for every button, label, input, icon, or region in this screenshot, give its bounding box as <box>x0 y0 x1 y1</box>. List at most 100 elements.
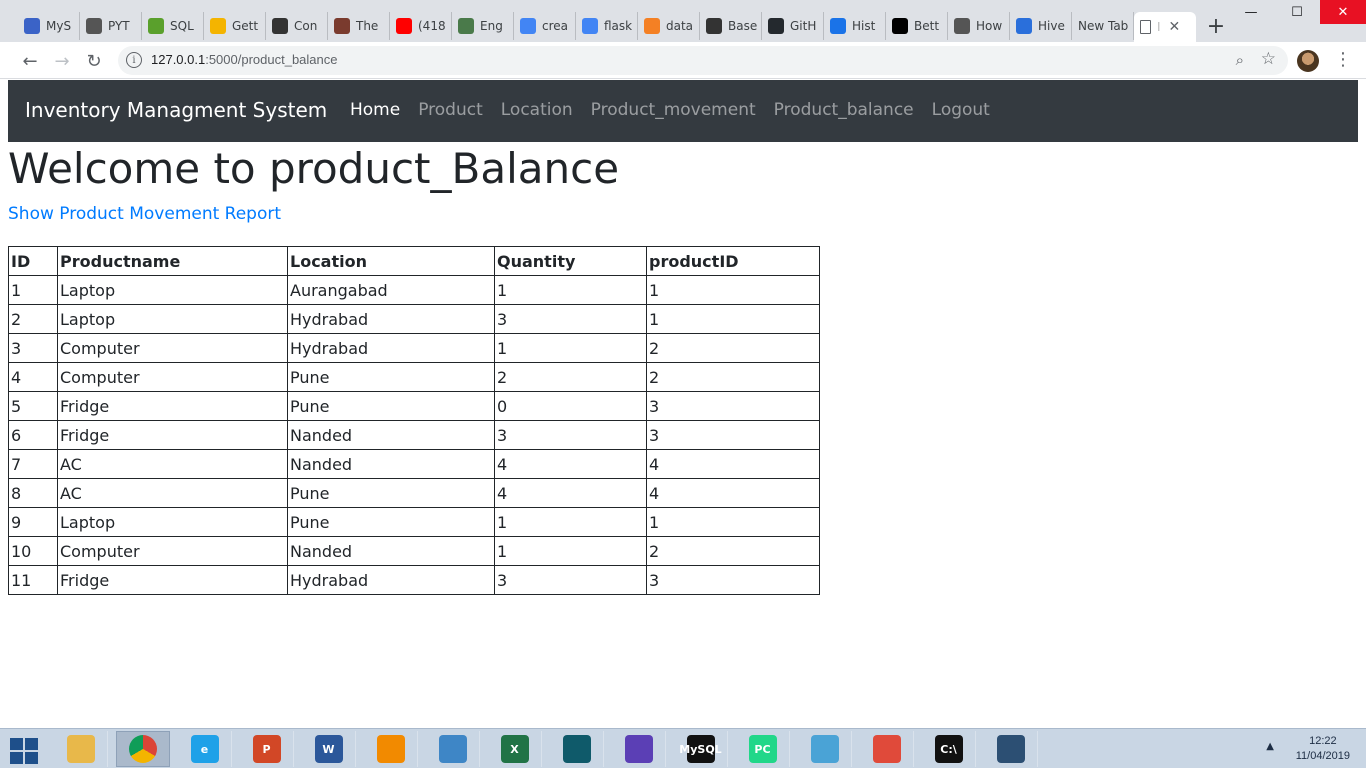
clock-time: 12:22 <box>1309 735 1337 747</box>
table-cell: Pune <box>287 391 495 421</box>
target-icon <box>458 18 474 34</box>
taskbar-app[interactable] <box>984 731 1038 767</box>
browser-tab[interactable]: Gett <box>204 12 266 40</box>
table-row: 10 Computer Nanded 1 2 <box>8 536 820 566</box>
tab-label: data <box>666 19 694 33</box>
browser-tab[interactable]: Bett <box>886 12 948 40</box>
system-clock[interactable]: 12:22 11/04/2019 <box>1296 734 1350 764</box>
table-cell: 2 <box>646 333 820 363</box>
table-cell: Computer <box>57 333 288 363</box>
close-window-button[interactable]: ✕ <box>1320 0 1366 24</box>
browser-tab[interactable]: crea <box>514 12 576 40</box>
user-icon <box>954 18 970 34</box>
start-button[interactable] <box>8 735 40 765</box>
table-row: 6 Fridge Nanded 3 3 <box>8 420 820 450</box>
word-icon: W <box>314 735 343 763</box>
table-row: 9 Laptop Pune 1 1 <box>8 507 820 537</box>
address-bar[interactable]: i 127.0.0.1:5000/product_balance ⌕ ☆ <box>118 46 1288 75</box>
back-button[interactable]: ← <box>18 49 42 73</box>
table-cell: Nanded <box>287 536 495 566</box>
forward-button[interactable]: → <box>50 49 74 73</box>
tray-expand-icon[interactable]: ▲ <box>1266 741 1274 752</box>
menu-kebab-icon[interactable]: ⋮ <box>1334 49 1352 70</box>
window-controls: — ☐ ✕ <box>1228 0 1366 24</box>
taskbar-app[interactable] <box>426 731 480 767</box>
browser-tab[interactable]: How <box>948 12 1010 40</box>
table-cell: 2 <box>494 362 647 392</box>
profile-avatar[interactable] <box>1297 50 1319 72</box>
product-balance-table: ID Productname Location Quantity productID 1… <box>8 246 820 595</box>
nav-link-product_movement[interactable]: Product_movement <box>591 100 756 120</box>
taskbar-app[interactable]: P <box>240 731 294 767</box>
tab-list: MyS PYT SQL Gett Con The (418 Eng crea flask data B… <box>18 12 1236 42</box>
table-cell: Hydrabad <box>287 304 495 334</box>
browser-tab[interactable]: MyS <box>18 12 80 40</box>
browser-tab[interactable]: Eng <box>452 12 514 40</box>
excel-icon: X <box>500 735 529 763</box>
minimize-button[interactable]: — <box>1228 0 1274 24</box>
table-row: 3 Computer Hydrabad 1 2 <box>8 333 820 363</box>
bookmark-star-icon[interactable]: ☆ <box>1261 49 1276 69</box>
url-text[interactable]: 127.0.0.1:5000/product_balance <box>151 52 338 67</box>
taskbar-app[interactable] <box>54 731 108 767</box>
browser-tab[interactable]: PYT <box>80 12 142 40</box>
table-cell: 1 <box>646 304 820 334</box>
browser-tab[interactable]: Base <box>700 12 762 40</box>
clock-date: 11/04/2019 <box>1295 750 1350 762</box>
browser-tab[interactable]: SQL <box>142 12 204 40</box>
browser-tab[interactable]: GitH <box>762 12 824 40</box>
tab-label: Gett <box>232 19 259 33</box>
table-cell: Pune <box>287 507 495 537</box>
table-cell: 9 <box>8 507 58 537</box>
table-cell: 3 <box>494 565 647 595</box>
close-tab-icon[interactable]: ✕ <box>1169 19 1181 35</box>
taskbar-app[interactable] <box>798 731 852 767</box>
table-cell: Hydrabad <box>287 333 495 363</box>
maximize-button[interactable]: ☐ <box>1274 0 1320 24</box>
navbar-brand[interactable]: Inventory Managment System <box>25 98 327 122</box>
table-cell: 3 <box>646 391 820 421</box>
nav-link-product_balance[interactable]: Product_balance <box>774 100 914 120</box>
reload-button[interactable]: ↻ <box>82 49 106 73</box>
taskbar-app[interactable] <box>550 731 604 767</box>
browser-tab[interactable]: Con <box>266 12 328 40</box>
taskbar-app[interactable]: MySQL <box>674 731 728 767</box>
nav-link-home[interactable]: Home <box>350 100 400 120</box>
product-movement-report-link[interactable]: Show Product Movement Report <box>8 204 281 224</box>
table-cell: Nanded <box>287 449 495 479</box>
browser-tab[interactable]: (418 <box>390 12 452 40</box>
table-cell: 1 <box>494 333 647 363</box>
browser-tab[interactable]: Hist <box>824 12 886 40</box>
taskbar-app[interactable]: W <box>302 731 356 767</box>
taskbar-app[interactable]: e <box>178 731 232 767</box>
pycharm-icon: PC <box>748 735 777 763</box>
browser-tab[interactable]: The <box>328 12 390 40</box>
table-row: 1 Laptop Aurangabad 1 1 <box>8 275 820 305</box>
browser-tab[interactable]: New Tab <box>1072 12 1134 40</box>
back-arrow-icon: ← <box>22 50 38 72</box>
zoom-icon[interactable]: ⌕ <box>1236 51 1244 69</box>
browser-tab-active[interactable]: I ✕ <box>1134 12 1196 42</box>
nav-link-location[interactable]: Location <box>501 100 573 120</box>
nav-link-product[interactable]: Product <box>418 100 483 120</box>
nav-link-logout[interactable]: Logout <box>932 100 990 120</box>
tab-label: I <box>1157 20 1161 34</box>
taskbar-app[interactable]: PC <box>736 731 790 767</box>
vlc-icon <box>376 735 405 763</box>
tab-label: Con <box>294 19 318 33</box>
taskbar-app[interactable] <box>364 731 418 767</box>
browser-tab[interactable]: flask <box>576 12 638 40</box>
sql-icon <box>148 18 164 34</box>
table-cell: 3 <box>494 304 647 334</box>
info-icon[interactable]: i <box>126 52 142 68</box>
browser-tab[interactable]: Hive <box>1010 12 1072 40</box>
taskbar-app[interactable]: C:\ <box>922 731 976 767</box>
taskbar-app[interactable]: X <box>488 731 542 767</box>
table-cell: Pune <box>287 478 495 508</box>
table-row: 2 Laptop Hydrabad 3 1 <box>8 304 820 334</box>
taskbar-app[interactable] <box>860 731 914 767</box>
taskbar-app[interactable] <box>116 731 170 767</box>
taskbar-app[interactable] <box>612 731 666 767</box>
file-explorer-icon <box>66 735 95 763</box>
browser-tab[interactable]: data <box>638 12 700 40</box>
